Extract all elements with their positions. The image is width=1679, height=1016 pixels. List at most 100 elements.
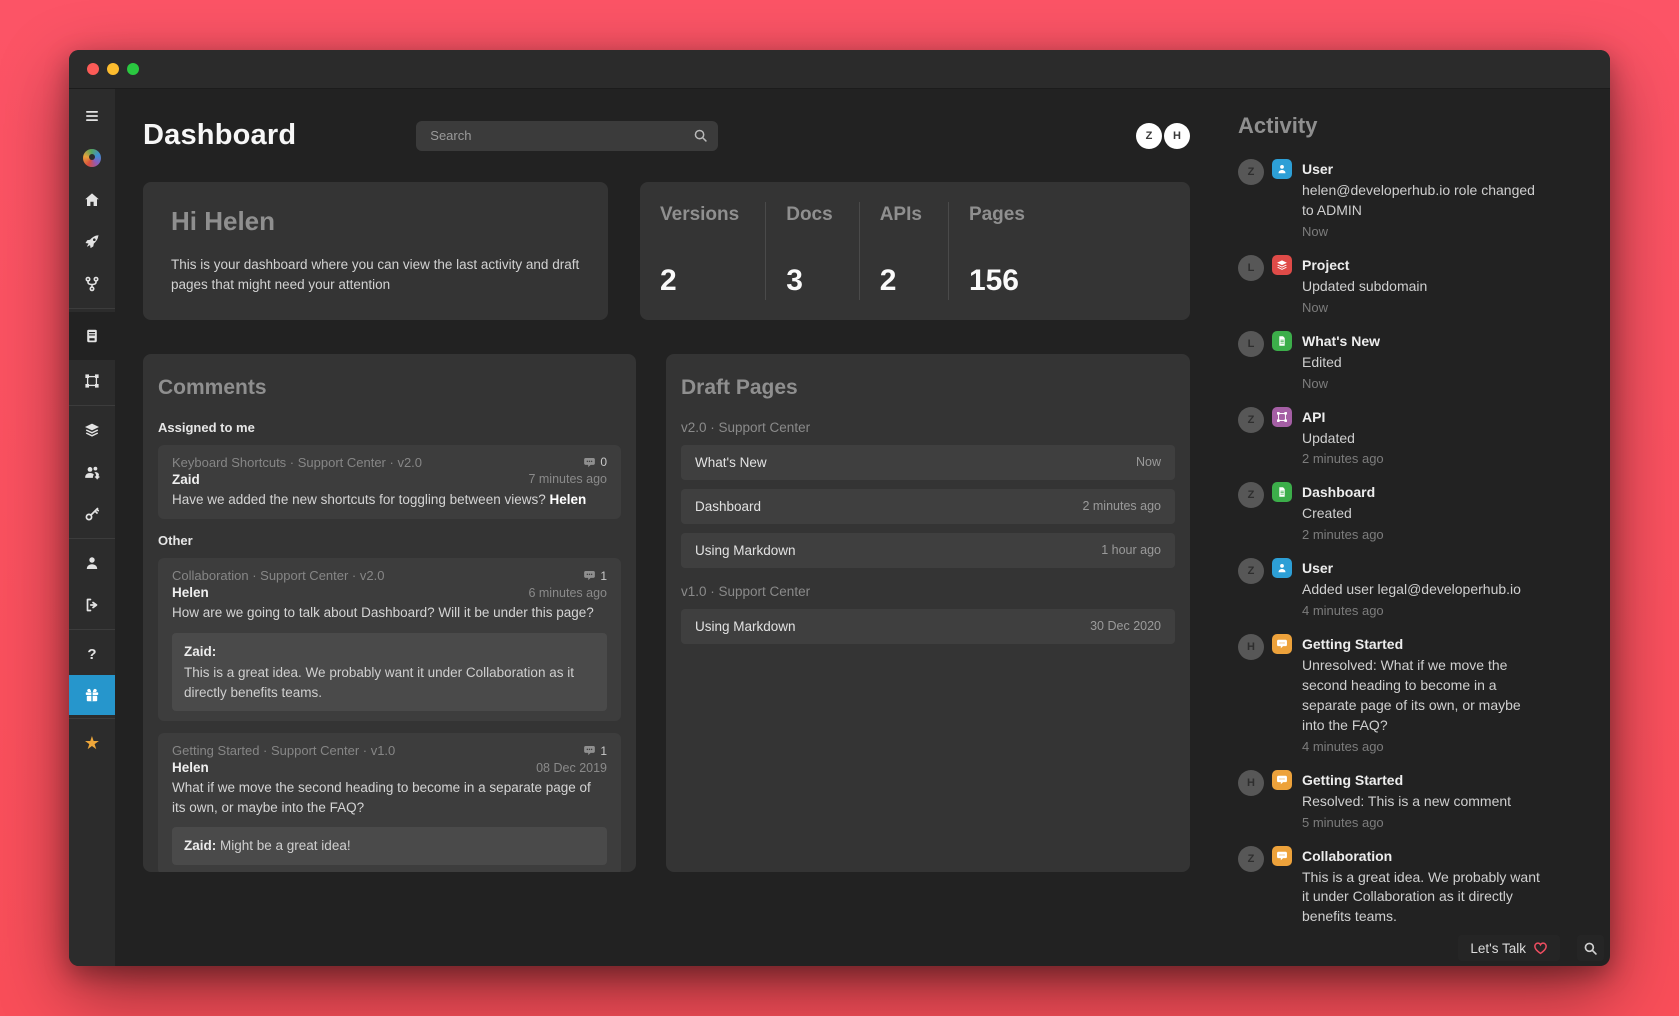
reply-author: Zaid: xyxy=(184,838,217,854)
menu-icon xyxy=(86,111,98,121)
avatar: H xyxy=(1238,634,1264,661)
activity-item[interactable]: H Getting Started Unresolved: What if we… xyxy=(1238,634,1570,754)
sidebar-divider xyxy=(69,308,115,309)
comment-count: 1 xyxy=(600,743,607,758)
sidebar-item-api[interactable] xyxy=(69,360,115,402)
activity-item[interactable]: Z Dashboard Created 2 minutes ago xyxy=(1238,482,1570,542)
icon-sidebar: ? ★ xyxy=(69,89,115,966)
sidebar-divider xyxy=(69,718,115,719)
activity-item-title: Collaboration xyxy=(1302,847,1393,864)
welcome-body: This is your dashboard where you can vie… xyxy=(171,257,580,293)
activity-item-time: 4 minutes ago xyxy=(1302,738,1384,754)
rocket-icon xyxy=(85,234,99,249)
draft-page-title: What's New xyxy=(695,454,767,470)
activity-item-title: Getting Started xyxy=(1302,636,1404,653)
avatar[interactable]: Z xyxy=(1136,122,1162,149)
comment-meta: Collaboration · Support Center · v2.0 xyxy=(172,568,385,584)
draft-page-row[interactable]: Using Markdown 30 Dec 2020 xyxy=(681,608,1175,644)
file-icon xyxy=(1272,330,1292,351)
activity-item-time: 5 minutes ago xyxy=(1302,814,1384,830)
sidebar-item-team[interactable] xyxy=(69,451,115,493)
avatar: Z xyxy=(1238,845,1264,872)
search-icon xyxy=(1584,942,1597,955)
welcome-card: Hi Helen This is your dashboard where yo… xyxy=(143,182,608,320)
comment-body: How are we going to talk about Dashboard… xyxy=(172,605,594,621)
comments-section-label: Assigned to me xyxy=(158,419,255,435)
sidebar-item-home[interactable] xyxy=(69,179,115,221)
draft-page-time: 30 Dec 2020 xyxy=(1090,619,1161,633)
sidebar-item-launch[interactable] xyxy=(69,221,115,263)
comment-time: 7 minutes ago xyxy=(528,472,607,486)
activity-title: Activity xyxy=(1238,113,1318,138)
draft-page-time: 2 minutes ago xyxy=(1082,499,1161,513)
lets-talk-button[interactable]: Let's Talk xyxy=(1458,935,1560,961)
minimize-button[interactable] xyxy=(107,63,119,75)
close-button[interactable] xyxy=(87,63,99,75)
reply-author: Zaid: xyxy=(184,643,217,659)
draft-page-row[interactable]: Dashboard 2 minutes ago xyxy=(681,488,1175,524)
draft-page-row[interactable]: Using Markdown 1 hour ago xyxy=(681,532,1175,568)
comment-author: Helen xyxy=(172,760,209,776)
sidebar-item-project[interactable] xyxy=(69,409,115,451)
comment-icon xyxy=(1272,634,1292,655)
avatar: H xyxy=(1238,769,1264,796)
draft-page-time: 1 hour ago xyxy=(1101,543,1161,557)
avatar[interactable]: H xyxy=(1164,122,1190,149)
search-input[interactable] xyxy=(428,127,694,144)
activity-item[interactable]: Z User Added user legal@developerhub.io … xyxy=(1238,558,1570,618)
sign-out-icon xyxy=(86,598,98,612)
activity-item-title: API xyxy=(1302,408,1326,425)
main-header: Dashboard Z H xyxy=(143,119,1190,152)
activity-item[interactable]: Z Collaboration This is a great idea. We… xyxy=(1238,845,1570,928)
draft-page-title: Dashboard xyxy=(695,498,762,514)
reply-body: This is a great idea. We probably want i… xyxy=(184,665,574,700)
activity-item[interactable]: L Project Updated subdomain Now xyxy=(1238,254,1570,315)
draft-page-row[interactable]: What's New Now xyxy=(681,444,1175,480)
stat-value: 156 xyxy=(968,263,1019,297)
sidebar-item-versions[interactable] xyxy=(69,263,115,305)
activity-item-time: 2 minutes ago xyxy=(1302,451,1384,467)
sidebar-item-docs-active[interactable] xyxy=(69,312,115,360)
avatar: L xyxy=(1238,254,1264,281)
activity-item-time: 4 minutes ago xyxy=(1302,603,1384,619)
sidebar-item-logo[interactable] xyxy=(69,137,115,179)
sidebar-item-access[interactable] xyxy=(69,493,115,535)
activity-item-title: What's New xyxy=(1302,332,1381,349)
comment-body: What if we move the second heading to be… xyxy=(172,780,591,815)
zoom-button[interactable] xyxy=(127,63,139,75)
app-window: ? ★ Dashboard Z H xyxy=(69,50,1610,966)
comment-bubble-icon xyxy=(584,457,596,467)
sidebar-item-account[interactable] xyxy=(69,542,115,584)
sidebar-item-sign-out[interactable] xyxy=(69,584,115,626)
draft-pages-card: Draft Pages v2.0 · Support Center What's… xyxy=(666,353,1190,872)
floating-search-button[interactable] xyxy=(1577,935,1604,961)
stat-apis: APIs 2 xyxy=(858,202,948,300)
comment-card[interactable]: Keyboard Shortcuts · Support Center · v2… xyxy=(158,444,621,520)
welcome-title: Hi Helen xyxy=(171,206,276,236)
activity-item[interactable]: H Getting Started Resolved: This is a ne… xyxy=(1238,769,1570,830)
stat-label: Versions xyxy=(660,204,740,225)
star-icon: ★ xyxy=(83,733,101,753)
app-logo-icon xyxy=(83,149,101,167)
activity-item[interactable]: Z API Updated 2 minutes ago xyxy=(1238,406,1570,467)
avatar: Z xyxy=(1238,482,1264,509)
comment-card[interactable]: Collaboration · Support Center · v2.0 1 … xyxy=(158,558,621,722)
draft-page-title: Using Markdown xyxy=(695,618,796,634)
activity-item-body: Unresolved: What if we move the second h… xyxy=(1302,657,1521,733)
sidebar-item-help[interactable]: ? xyxy=(69,633,115,675)
comment-author: Zaid xyxy=(172,471,200,487)
sidebar-item-menu[interactable] xyxy=(69,95,115,137)
comment-card[interactable]: Getting Started · Support Center · v1.0 … xyxy=(158,733,621,872)
sidebar-divider xyxy=(69,405,115,406)
sidebar-item-whats-new-active[interactable] xyxy=(69,675,115,715)
sidebar-item-favorites[interactable]: ★ xyxy=(69,722,115,764)
gift-icon xyxy=(85,688,99,702)
activity-item-title: Getting Started xyxy=(1302,771,1404,788)
stat-value: 2 xyxy=(879,263,897,297)
activity-item-body: Edited xyxy=(1302,353,1342,370)
activity-item[interactable]: Z User helen@developerhub.io role change… xyxy=(1238,159,1570,239)
activity-item[interactable]: L What's New Edited Now xyxy=(1238,330,1570,391)
stat-value: 2 xyxy=(660,263,677,297)
comment-meta: Keyboard Shortcuts · Support Center · v2… xyxy=(172,454,423,470)
comment-author: Helen xyxy=(172,585,209,601)
